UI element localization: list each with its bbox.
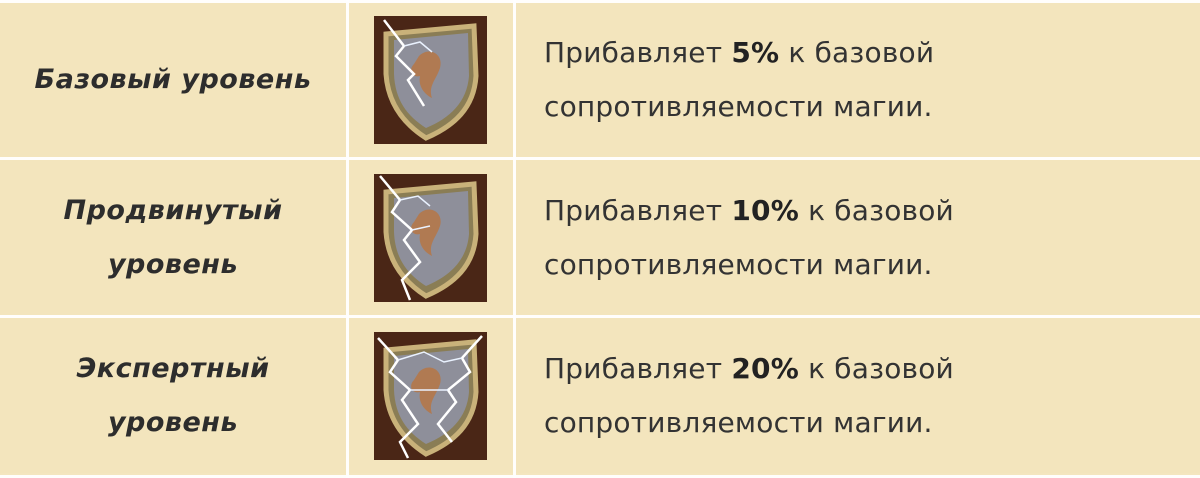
bonus-value: 10% — [731, 193, 799, 227]
magic-resistance-shield-icon — [374, 16, 487, 144]
description-text: Прибавляет 20% к базовой сопротивляемост… — [544, 342, 954, 450]
level-name-cell: Продвинутый уровень — [0, 160, 346, 315]
table-row: Продвинутый уровень Прибавляет 10% к баз… — [0, 160, 1200, 315]
desc-line2: сопротивляемости магии. — [544, 247, 933, 281]
magic-resistance-shield-icon — [374, 332, 487, 460]
level-name: Базовый уровень — [34, 63, 312, 95]
icon-cell — [349, 318, 513, 473]
bonus-value: 5% — [731, 35, 780, 69]
icon-cell — [349, 2, 513, 157]
desc-suffix: к базовой — [798, 351, 954, 385]
grid-line — [513, 0, 516, 478]
description-cell: Прибавляет 10% к базовой сопротивляемост… — [516, 160, 1200, 315]
grid-line — [346, 0, 349, 478]
level-name: Экспертный уровень — [76, 352, 270, 438]
desc-line2: сопротивляемости магии. — [544, 89, 933, 123]
table-row: Экспертный уровень Прибавляет 20% к базо… — [0, 318, 1200, 473]
bonus-value: 20% — [731, 351, 799, 385]
icon-cell — [349, 160, 513, 315]
level-name-cell: Базовый уровень — [0, 2, 346, 157]
desc-prefix: Прибавляет — [544, 351, 732, 385]
level-name: Продвинутый уровень — [63, 194, 283, 280]
description-text: Прибавляет 5% к базовой сопротивляемости… — [544, 26, 934, 134]
level-name-cell: Экспертный уровень — [0, 318, 346, 473]
table-row: Базовый уровень Прибавляет 5% к базовой … — [0, 2, 1200, 157]
magic-resistance-shield-icon — [374, 174, 487, 302]
description-text: Прибавляет 10% к базовой сопротивляемост… — [544, 184, 954, 292]
grid-line — [0, 0, 1200, 3]
desc-prefix: Прибавляет — [544, 193, 732, 227]
desc-suffix: к базовой — [779, 35, 935, 69]
desc-line2: сопротивляемости магии. — [544, 405, 933, 439]
grid-line — [0, 315, 1200, 318]
desc-suffix: к базовой — [798, 193, 954, 227]
description-cell: Прибавляет 20% к базовой сопротивляемост… — [516, 318, 1200, 473]
grid-line — [0, 157, 1200, 160]
skill-level-table: Базовый уровень Прибавляет 5% к базовой … — [0, 0, 1200, 478]
description-cell: Прибавляет 5% к базовой сопротивляемости… — [516, 2, 1200, 157]
desc-prefix: Прибавляет — [544, 35, 732, 69]
